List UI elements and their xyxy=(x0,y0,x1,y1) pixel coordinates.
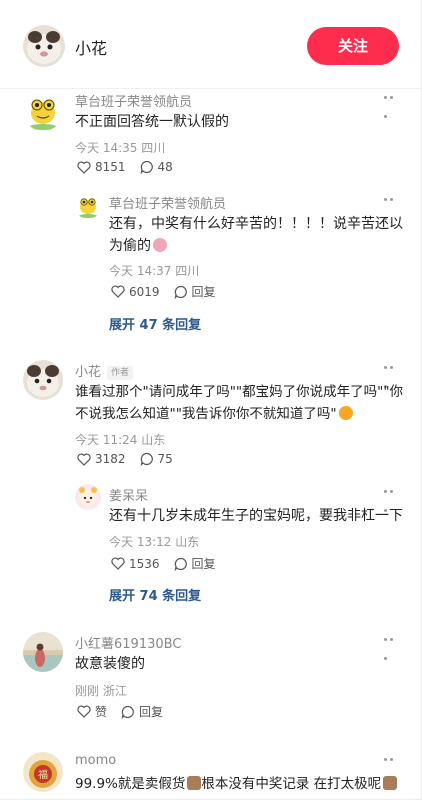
commenter-avatar[interactable] xyxy=(23,632,63,672)
commenter-avatar[interactable] xyxy=(23,91,63,131)
comment-actions: 8151 48 xyxy=(77,160,187,174)
comment-author: 小花 作者 xyxy=(75,361,134,380)
expand-replies-link[interactable]: 展开 47 条回复 xyxy=(109,314,201,333)
reply-button[interactable]: 回复 xyxy=(121,703,163,720)
reply-author[interactable]: 草台班子荣誉领航员 xyxy=(109,193,226,212)
comment-meta: 今天 11:24 山东 xyxy=(75,431,165,448)
comment-bubble-icon xyxy=(174,557,187,571)
like-button[interactable]: 6019 xyxy=(111,285,160,299)
like-label: 赞 xyxy=(95,705,108,719)
reply-text: 还有十几岁未成年生子的宝妈呢，要我非杠一下 xyxy=(109,508,403,524)
comment-text-line: 不说我怎么知道""我告诉你你不就知道了吗" xyxy=(75,403,403,425)
author-tag-badge: 作者 xyxy=(107,366,134,380)
comment-date: 今天 11:24 xyxy=(75,433,138,447)
comment-location: 山东 xyxy=(141,433,166,447)
heart-icon xyxy=(77,452,91,466)
emoji-icon xyxy=(187,776,202,790)
reply-button[interactable]: 回复 xyxy=(174,555,216,572)
reply-text-line: 还有，中奖有什么好辛苦的！！！！说辛苦还以 xyxy=(109,216,403,232)
more-options-icon[interactable] xyxy=(384,198,400,220)
reply-text-line: 为偷的 xyxy=(109,235,403,257)
comment-actions: 3182 75 xyxy=(77,452,187,466)
more-options-icon[interactable] xyxy=(384,758,400,780)
reply-location: 四川 xyxy=(175,264,200,278)
expand-replies-link[interactable]: 展开 74 条回复 xyxy=(109,585,201,604)
more-options-icon[interactable] xyxy=(384,638,400,660)
heart-icon xyxy=(77,705,91,718)
comment-text: 故意装傻的 xyxy=(75,656,145,672)
reply-actions: 6019 回复 xyxy=(111,283,230,300)
follow-button[interactable]: 关注 xyxy=(307,27,399,65)
comment-location: 四川 xyxy=(141,141,166,155)
comment-author[interactable]: momo xyxy=(75,753,116,768)
reply-count: 75 xyxy=(157,452,173,466)
svg-text:福: 福 xyxy=(38,768,48,781)
comment-date: 今天 14:35 xyxy=(75,141,138,155)
reply-button[interactable]: 75 xyxy=(140,452,173,466)
author-name[interactable]: 小花 xyxy=(75,35,107,59)
commenter-avatar[interactable]: 福 xyxy=(23,752,63,792)
comment-bubble-icon xyxy=(140,452,153,466)
emoji-icon xyxy=(338,406,353,420)
reply-date: 今天 13:12 xyxy=(109,535,172,549)
more-options-icon[interactable] xyxy=(384,490,400,512)
more-options-icon[interactable] xyxy=(384,96,400,118)
comment-bubble-icon xyxy=(121,705,134,719)
like-button[interactable]: 3182 xyxy=(77,452,126,466)
comment-author[interactable]: 小红薯619130BC xyxy=(75,633,181,652)
commenter-avatar[interactable] xyxy=(23,360,63,400)
comment-meta: 今天 14:35 四川 xyxy=(75,139,165,156)
reply-location: 山东 xyxy=(175,535,200,549)
like-count: 8151 xyxy=(95,160,126,174)
comment-text-line: 谁看过那个"请问成年了吗""都宝妈了你说成年了吗""你 xyxy=(75,384,404,400)
reply-label: 回复 xyxy=(191,557,216,571)
emoji-icon xyxy=(383,776,398,790)
comment-bubble-icon xyxy=(140,160,153,174)
like-button[interactable]: 8151 xyxy=(77,160,126,174)
comment-location: 浙江 xyxy=(102,684,127,698)
comment-actions: 赞 回复 xyxy=(77,703,177,720)
like-count: 3182 xyxy=(95,452,126,466)
like-button[interactable]: 赞 xyxy=(77,703,107,720)
emoji-icon xyxy=(153,238,167,252)
comment-text: 谁看过那个"请问成年了吗""都宝妈了你说成年了吗""你 不说我怎么知道""我告诉… xyxy=(75,381,403,425)
comment-date: 刚刚 xyxy=(75,684,100,698)
reply-count: 48 xyxy=(157,160,173,174)
author-avatar[interactable] xyxy=(23,25,65,67)
comment-text: 不正面回答统一默认假的 xyxy=(75,114,229,130)
like-count: 6019 xyxy=(129,284,160,299)
heart-icon xyxy=(111,557,125,570)
reply-author[interactable]: 姜呆呆 xyxy=(109,485,148,504)
reply-label: 回复 xyxy=(139,705,164,719)
like-button[interactable]: 1536 xyxy=(111,557,160,571)
heart-icon xyxy=(111,285,125,298)
reply-avatar[interactable] xyxy=(75,193,101,219)
reply-label: 回复 xyxy=(191,285,216,299)
like-count: 1536 xyxy=(129,556,160,571)
reply-meta: 今天 14:37 四川 xyxy=(109,262,199,279)
reply-date: 今天 14:37 xyxy=(109,264,172,278)
reply-text: 还有，中奖有什么好辛苦的！！！！说辛苦还以 为偷的 xyxy=(109,213,403,257)
header: 小花 关注 xyxy=(0,0,422,90)
reply-meta: 今天 13:12 山东 xyxy=(109,533,199,550)
comment-meta: 刚刚 浙江 xyxy=(75,682,127,699)
reply-actions: 1536 回复 xyxy=(111,555,230,572)
more-options-icon[interactable] xyxy=(384,366,400,388)
comment-author[interactable]: 草台班子荣誉领航员 xyxy=(75,91,192,110)
comment-text: 99.9%就是卖假货 根本没有中奖记录 在打太极呢 xyxy=(75,773,398,795)
reply-button[interactable]: 48 xyxy=(140,160,173,174)
header-divider xyxy=(0,88,422,89)
reply-avatar[interactable] xyxy=(75,484,101,510)
comment-bubble-icon xyxy=(174,285,187,299)
heart-icon xyxy=(77,160,91,174)
comment-author-name[interactable]: 小花 xyxy=(75,365,101,380)
reply-button[interactable]: 回复 xyxy=(174,283,216,300)
